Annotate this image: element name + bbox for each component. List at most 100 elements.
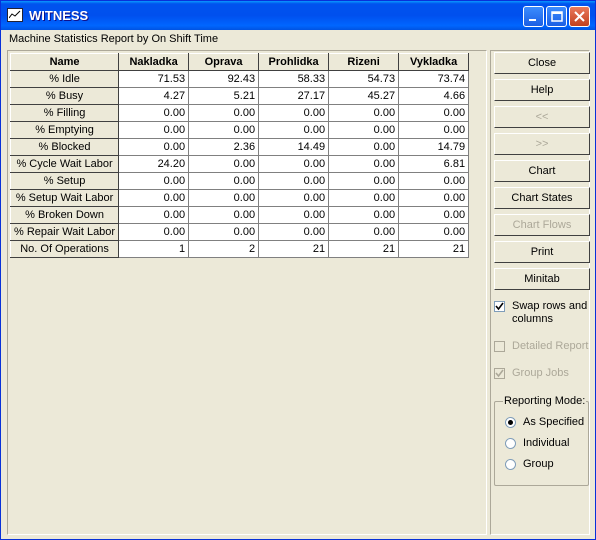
print-button[interactable]: Print xyxy=(494,241,590,263)
table-cell[interactable]: 4.27 xyxy=(118,87,190,105)
previous-button[interactable]: << xyxy=(494,106,590,128)
column-header[interactable]: Rizeni xyxy=(328,53,400,71)
table-cell[interactable]: 21 xyxy=(258,240,330,258)
row-header[interactable]: % Setup Wait Labor xyxy=(9,189,120,207)
table-cell[interactable]: 0.00 xyxy=(258,104,330,122)
table-cell[interactable]: 0.00 xyxy=(188,172,260,190)
chart-states-button[interactable]: Chart States xyxy=(494,187,590,209)
column-header[interactable]: Prohlidka xyxy=(258,53,330,71)
table-cell[interactable]: 0.00 xyxy=(398,104,470,122)
table-cell[interactable]: 0.00 xyxy=(118,104,190,122)
table-cell[interactable]: 4.66 xyxy=(398,87,470,105)
table-cell[interactable]: 2 xyxy=(188,240,260,258)
table-cell[interactable]: 0.00 xyxy=(258,172,330,190)
table-row: % Setup Wait Labor 0.00 0.00 0.00 0.00 0.00 xyxy=(9,189,470,207)
table-cell[interactable]: 0.00 xyxy=(188,155,260,173)
table-cell[interactable]: 54.73 xyxy=(328,70,400,88)
table-cell[interactable]: 0.00 xyxy=(328,155,400,173)
table-cell[interactable]: 92.43 xyxy=(188,70,260,88)
actions-panel: Close Help << >> Chart Chart States Char… xyxy=(490,50,590,535)
table-cell[interactable]: 2.36 xyxy=(188,138,260,156)
row-header[interactable]: % Idle xyxy=(9,70,120,88)
chart-app-icon xyxy=(7,8,23,22)
row-header[interactable]: % Cycle Wait Labor xyxy=(9,155,120,173)
row-header[interactable]: % Broken Down xyxy=(9,206,120,224)
table-cell[interactable]: 0.00 xyxy=(398,172,470,190)
close-button[interactable]: Close xyxy=(494,52,590,74)
table-cell[interactable]: 0.00 xyxy=(118,172,190,190)
radio-selected-icon[interactable] xyxy=(505,417,516,428)
minitab-button[interactable]: Minitab xyxy=(494,268,590,290)
row-header[interactable]: % Repair Wait Labor xyxy=(9,223,120,241)
table-cell[interactable]: 0.00 xyxy=(188,223,260,241)
table-cell[interactable]: 0.00 xyxy=(118,189,190,207)
row-header[interactable]: % Busy xyxy=(9,87,120,105)
table-cell[interactable]: 0.00 xyxy=(398,223,470,241)
table-cell[interactable]: 0.00 xyxy=(188,189,260,207)
radio-label: Individual xyxy=(523,437,570,449)
next-button[interactable]: >> xyxy=(494,133,590,155)
table-cell[interactable]: 0.00 xyxy=(328,172,400,190)
table-cell[interactable]: 21 xyxy=(328,240,400,258)
row-header[interactable]: % Blocked xyxy=(9,138,120,156)
table-cell[interactable]: 0.00 xyxy=(258,155,330,173)
radio-empty-icon[interactable] xyxy=(505,459,516,470)
chart-button[interactable]: Chart xyxy=(494,160,590,182)
table-cell[interactable]: 0.00 xyxy=(188,121,260,139)
table-cell[interactable]: 6.81 xyxy=(398,155,470,173)
table-row: % Setup 0.00 0.00 0.00 0.00 0.00 xyxy=(9,172,470,190)
radio-empty-icon[interactable] xyxy=(505,438,516,449)
row-header[interactable]: % Emptying xyxy=(9,121,120,139)
table-cell[interactable]: 0.00 xyxy=(258,206,330,224)
title-bar[interactable]: WITNESS xyxy=(1,1,595,30)
window-title: WITNESS xyxy=(29,8,89,23)
table-cell[interactable]: 0.00 xyxy=(328,104,400,122)
table-cell[interactable]: 0.00 xyxy=(118,138,190,156)
table-cell[interactable]: 14.79 xyxy=(398,138,470,156)
help-button[interactable]: Help xyxy=(494,79,590,101)
checkbox-empty-icon[interactable] xyxy=(494,341,505,352)
table-cell[interactable]: 45.27 xyxy=(328,87,400,105)
table-cell[interactable]: 0.00 xyxy=(258,189,330,207)
table-cell[interactable]: 0.00 xyxy=(188,206,260,224)
table-cell[interactable]: 73.74 xyxy=(398,70,470,88)
table-cell[interactable]: 0.00 xyxy=(398,189,470,207)
table-cell[interactable]: 0.00 xyxy=(328,121,400,139)
column-header[interactable]: Oprava xyxy=(188,53,260,71)
column-header[interactable]: Vykladka xyxy=(398,53,470,71)
table-cell[interactable]: 0.00 xyxy=(328,223,400,241)
table-row: No. Of Operations 1 2 21 21 21 xyxy=(9,240,470,258)
table-cell[interactable]: 0.00 xyxy=(398,206,470,224)
minimize-icon[interactable] xyxy=(523,6,544,27)
chart-flows-button[interactable]: Chart Flows xyxy=(494,214,590,236)
table-cell[interactable]: 24.20 xyxy=(118,155,190,173)
table-cell[interactable]: 0.00 xyxy=(258,121,330,139)
table-cell[interactable]: 0.00 xyxy=(258,223,330,241)
table-cell[interactable]: 5.21 xyxy=(188,87,260,105)
column-header[interactable]: Name xyxy=(9,53,120,71)
column-header[interactable]: Nakladka xyxy=(118,53,190,71)
table-cell[interactable]: 0.00 xyxy=(398,121,470,139)
table-cell[interactable]: 0.00 xyxy=(118,223,190,241)
row-header[interactable]: % Filling xyxy=(9,104,120,122)
reporting-mode-group: Reporting Mode: As Specified Individual … xyxy=(494,395,589,486)
table-row: % Repair Wait Labor 0.00 0.00 0.00 0.00 0.00 xyxy=(9,223,470,241)
checkmark-icon[interactable] xyxy=(494,368,505,379)
maximize-icon[interactable] xyxy=(546,6,567,27)
table-cell[interactable]: 58.33 xyxy=(258,70,330,88)
table-cell[interactable]: 0.00 xyxy=(118,121,190,139)
table-cell[interactable]: 1 xyxy=(118,240,190,258)
row-header[interactable]: No. Of Operations xyxy=(9,240,120,258)
close-icon[interactable] xyxy=(569,6,590,27)
table-cell[interactable]: 71.53 xyxy=(118,70,190,88)
table-cell[interactable]: 0.00 xyxy=(328,189,400,207)
table-cell[interactable]: 21 xyxy=(398,240,470,258)
row-header[interactable]: % Setup xyxy=(9,172,120,190)
table-cell[interactable]: 0.00 xyxy=(328,206,400,224)
checkmark-icon[interactable] xyxy=(494,301,505,312)
table-cell[interactable]: 27.17 xyxy=(258,87,330,105)
table-cell[interactable]: 14.49 xyxy=(258,138,330,156)
table-cell[interactable]: 0.00 xyxy=(328,138,400,156)
table-cell[interactable]: 0.00 xyxy=(188,104,260,122)
table-cell[interactable]: 0.00 xyxy=(118,206,190,224)
